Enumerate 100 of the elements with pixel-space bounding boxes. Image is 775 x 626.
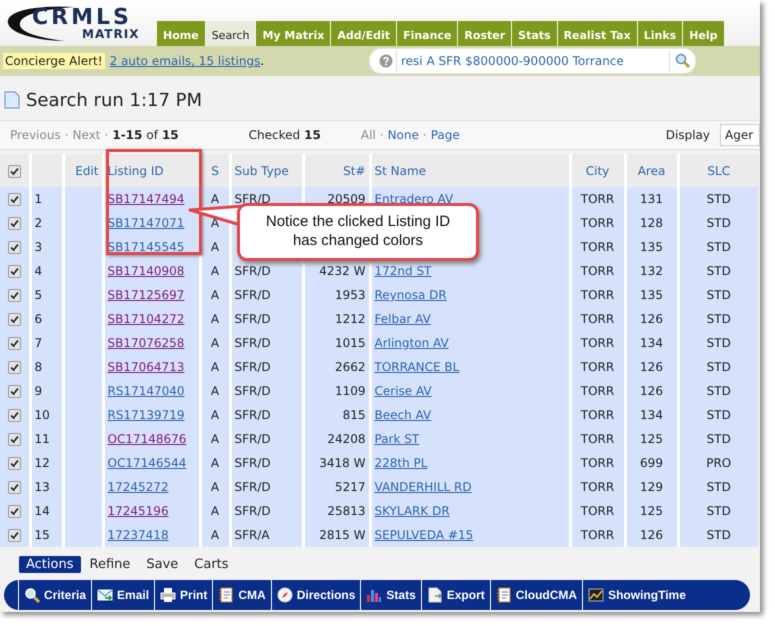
select-none-link[interactable]: None — [388, 128, 419, 142]
checkbox[interactable] — [8, 361, 21, 374]
column-header[interactable]: St Name — [374, 164, 426, 178]
compass-icon — [276, 587, 293, 603]
table-cell: TORR — [580, 264, 614, 278]
checkbox[interactable] — [8, 289, 21, 302]
table-cell: STD — [706, 336, 731, 350]
checkbox[interactable] — [8, 505, 21, 518]
toolbar-button[interactable]: ShowingTime — [582, 580, 691, 610]
checkbox[interactable] — [8, 265, 21, 278]
column-header[interactable]: St# — [343, 164, 366, 178]
checkbox[interactable] — [8, 241, 21, 254]
nav-tab[interactable]: Search — [206, 21, 256, 46]
table-cell: 126 — [640, 312, 663, 326]
search-field[interactable]: resi A SFR $800000-900000 Torrance — [369, 48, 696, 74]
table-cell: A — [210, 432, 220, 446]
checkbox[interactable] — [8, 481, 21, 494]
toolbar-button[interactable]: Print — [154, 580, 212, 610]
table-cell: 135 — [640, 288, 663, 302]
table-cell: 3 — [34, 240, 42, 254]
table-cell: SFR/D — [234, 504, 271, 518]
table-cell: STD — [706, 360, 731, 374]
toolbar-button[interactable]: Directions — [270, 580, 360, 610]
action-tab[interactable]: Save — [139, 556, 186, 572]
street-link[interactable]: 228th PL — [374, 456, 428, 470]
column-header[interactable]: SLC — [707, 164, 730, 178]
action-tab[interactable]: Actions — [19, 556, 80, 572]
table-cell: A — [210, 288, 220, 302]
table-cell: 126 — [640, 360, 663, 374]
checkbox[interactable] — [8, 457, 21, 470]
nav-tab[interactable]: Stats — [512, 21, 557, 46]
table-cell: 125 — [640, 432, 663, 446]
toolbar-button[interactable]: CMA — [212, 580, 271, 610]
table-cell: PRO — [706, 456, 732, 470]
table-cell: 9 — [34, 384, 42, 398]
nav-tab[interactable]: Finance — [397, 21, 458, 46]
column-header[interactable]: City — [586, 164, 610, 178]
checkbox[interactable] — [8, 529, 21, 542]
nav-tab[interactable]: Help — [683, 21, 724, 46]
callout-text: Notice the clicked Listing ID has changed colors — [237, 203, 479, 261]
checkbox[interactable] — [8, 313, 21, 326]
toolbar-button[interactable]: Stats — [360, 580, 421, 610]
checkbox[interactable] — [8, 337, 21, 350]
alert-link[interactable]: 2 auto emails, 15 listings — [110, 54, 260, 68]
street-link[interactable]: Cerise AV — [374, 384, 432, 398]
table-cell: TORR — [580, 480, 614, 494]
table-cell: 134 — [640, 408, 663, 422]
nav-tab[interactable]: Links — [638, 21, 682, 46]
checkbox[interactable] — [8, 164, 21, 178]
table-cell: 4 — [34, 264, 42, 278]
checkbox[interactable] — [8, 433, 21, 446]
nav-tab[interactable]: Realist Tax — [558, 21, 637, 46]
search-icon — [24, 587, 40, 603]
street-link[interactable]: Beech AV — [374, 408, 432, 422]
checked-label: Checked — [248, 128, 300, 142]
table-cell: STD — [706, 216, 731, 230]
toolbar-button[interactable]: Export — [420, 580, 490, 610]
nav-tab[interactable]: Home — [157, 21, 205, 46]
action-tab[interactable]: Refine — [82, 556, 138, 572]
table-cell: 126 — [640, 384, 663, 398]
checkbox[interactable] — [8, 217, 21, 230]
table-cell: 128 — [640, 216, 663, 230]
nav-tab[interactable]: Roster — [458, 21, 512, 46]
bar-chart-icon — [366, 587, 382, 603]
document-icon — [426, 587, 443, 603]
table-cell: TORR — [580, 336, 614, 350]
street-link[interactable]: 172nd ST — [374, 264, 432, 278]
street-link[interactable]: Felbar AV — [374, 312, 431, 326]
table-cell: 11 — [34, 432, 50, 446]
table-cell: SFR/D — [234, 264, 271, 278]
nav-tab[interactable]: My Matrix — [256, 21, 330, 46]
table-cell: STD — [706, 384, 731, 398]
table-cell: 1953 — [334, 288, 366, 302]
table-cell: TORR — [580, 504, 614, 518]
help-icon[interactable] — [379, 54, 393, 68]
table-cell: SFR/D — [234, 288, 271, 302]
toolbar-button[interactable]: Criteria — [18, 580, 92, 610]
notebook-icon — [218, 587, 234, 603]
next-link[interactable]: Next — [72, 128, 101, 142]
toolbar-button[interactable]: CloudCMA — [490, 580, 582, 610]
previous-link[interactable]: Previous — [10, 128, 61, 142]
page-title: Search run 1:17 PM — [26, 90, 202, 110]
toolbar-button[interactable]: Email — [91, 580, 154, 610]
checkbox[interactable] — [8, 409, 21, 422]
display-label: Display — [666, 128, 710, 142]
nav-tab[interactable]: Add/Edit — [331, 21, 396, 46]
checkbox[interactable] — [8, 193, 21, 206]
checkbox[interactable] — [8, 385, 21, 398]
table-cell: 1109 — [334, 384, 366, 398]
street-link[interactable]: Park ST — [374, 432, 420, 446]
table-cell: TORR — [580, 528, 614, 542]
search-input[interactable]: resi A SFR $800000-900000 Torrance — [397, 54, 669, 68]
table-cell: TORR — [580, 456, 614, 470]
select-page-link[interactable]: Page — [430, 128, 460, 142]
separator: · — [64, 128, 69, 142]
column-header[interactable]: S — [211, 164, 219, 178]
table-cell: 1 — [34, 192, 42, 206]
select-all-link[interactable]: All — [360, 128, 376, 142]
action-tab[interactable]: Carts — [187, 556, 236, 572]
display-select[interactable]: Ager — [720, 124, 760, 146]
